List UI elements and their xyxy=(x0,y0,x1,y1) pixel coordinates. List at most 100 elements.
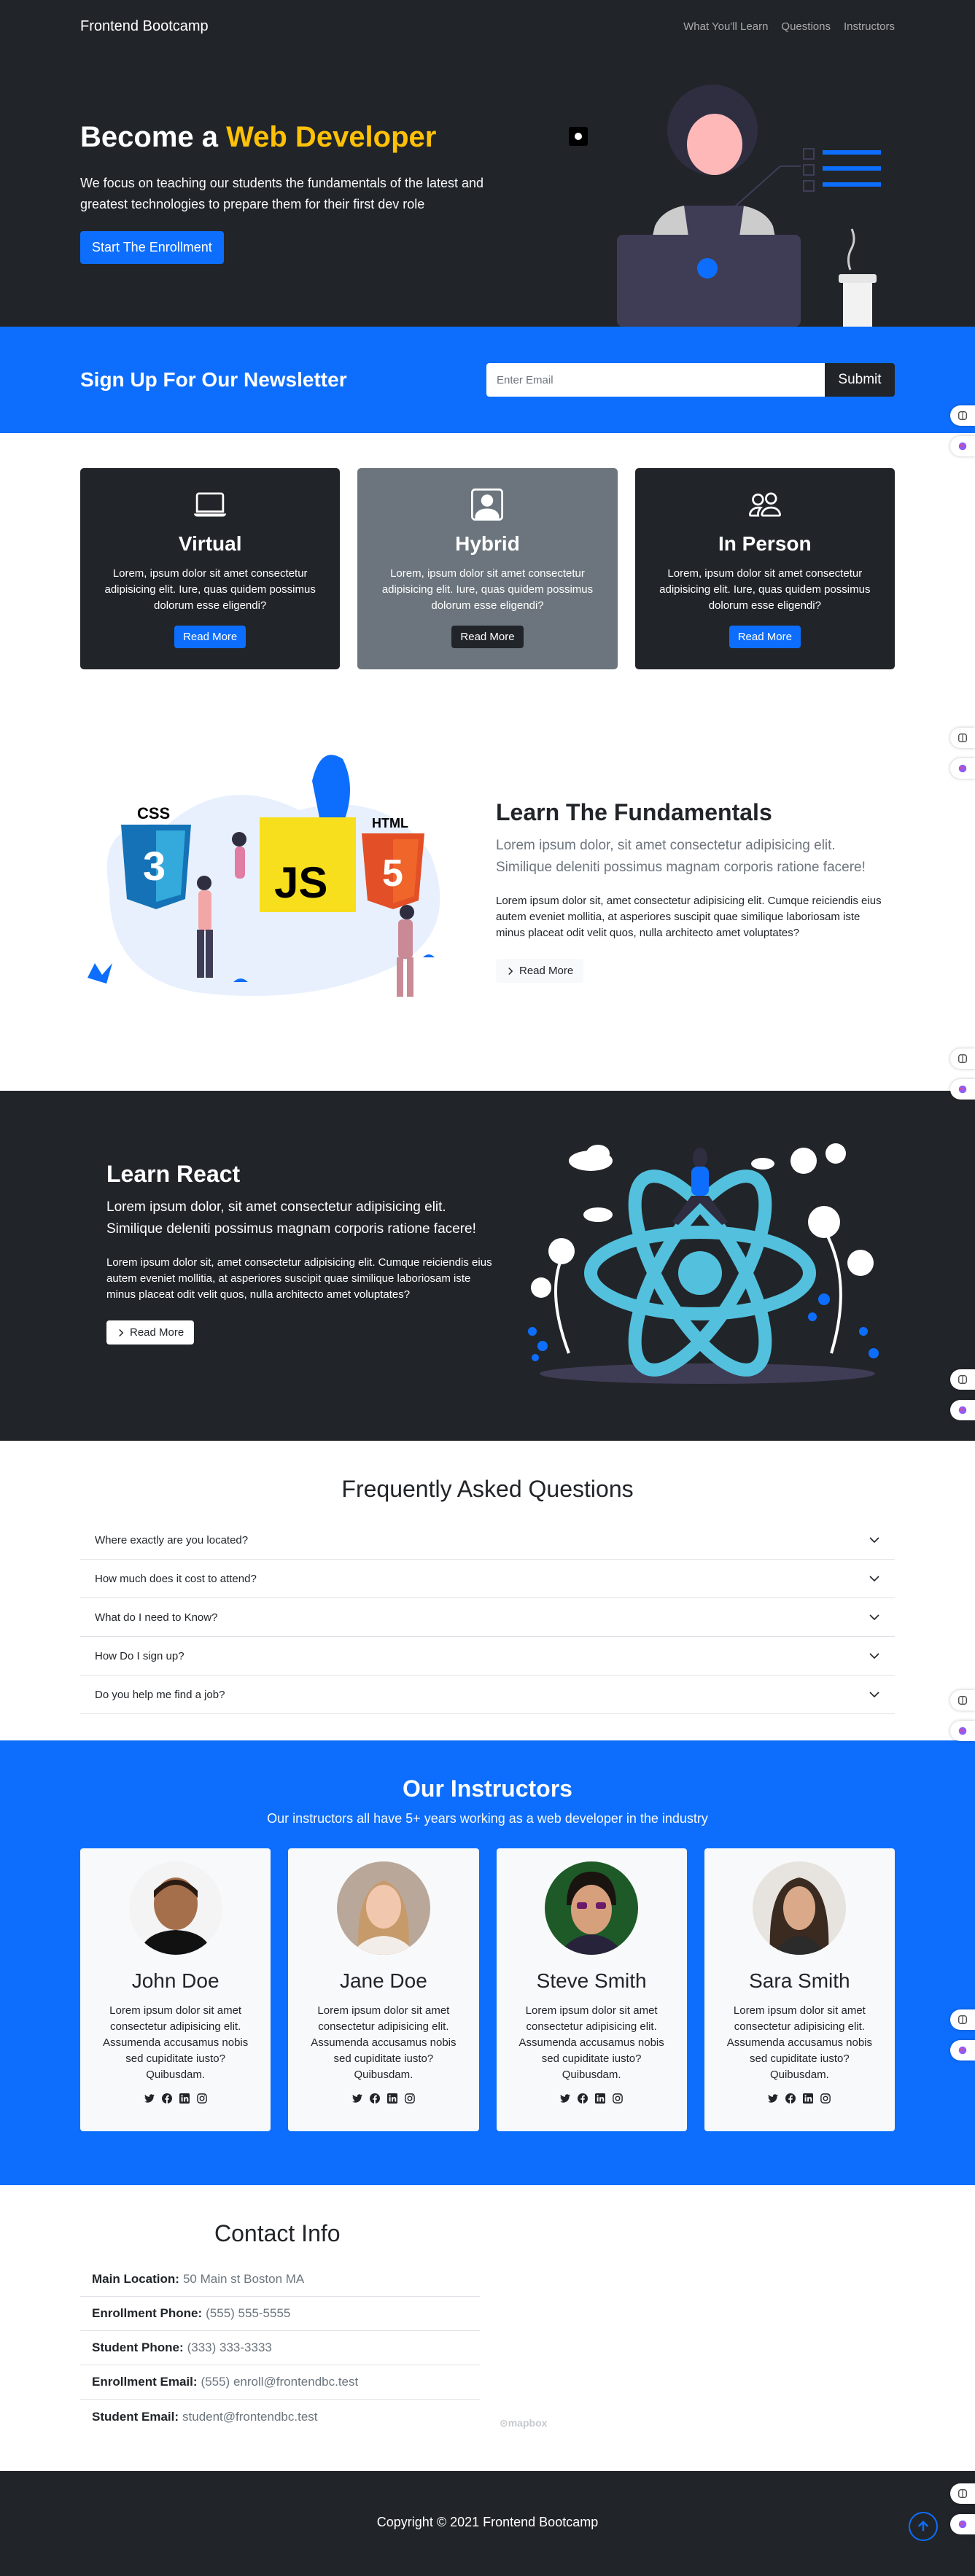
card-hybrid: Hybrid Lorem, ipsum dolor sit amet conse… xyxy=(357,468,618,669)
card-virtual: Virtual Lorem, ipsum dolor sit amet cons… xyxy=(80,468,341,669)
instagram-icon[interactable] xyxy=(820,2093,831,2104)
newsletter-section: Sign Up For Our Newsletter Submit xyxy=(0,327,975,433)
brand-link[interactable]: Frontend Bootcamp xyxy=(80,18,209,35)
start-enrollment-button[interactable]: Start The Enrollment xyxy=(80,231,224,264)
react-read-more-button[interactable]: Read More xyxy=(106,1320,195,1345)
nav-link-questions[interactable]: Questions xyxy=(781,20,831,33)
read-more-button[interactable]: Read More xyxy=(174,626,246,648)
faq-item[interactable]: How much does it cost to attend? xyxy=(80,1560,895,1598)
instructor-name: Sara Smith xyxy=(749,1969,850,1992)
avatar xyxy=(128,1861,222,1955)
contact-item: Enrollment Email: (555) enroll@frontendbc… xyxy=(80,2365,480,2400)
svg-text:CSS: CSS xyxy=(137,804,170,822)
book-icon[interactable] xyxy=(950,2009,975,2030)
people-icon xyxy=(635,487,895,522)
react-lead: Lorem ipsum dolor, sit amet consectetur … xyxy=(106,1199,476,1237)
brain-icon[interactable] xyxy=(950,1400,975,1420)
hero-illustration xyxy=(569,85,881,327)
facebook-icon[interactable] xyxy=(369,2093,380,2104)
brain-icon[interactable] xyxy=(950,2514,975,2534)
read-more-button[interactable]: Read More xyxy=(451,626,524,648)
hero-section: Become a Web Developer We focus on teach… xyxy=(0,52,975,327)
chevron-down-icon xyxy=(869,1692,879,1698)
instructor-name: John Doe xyxy=(131,1969,220,1992)
instagram-icon[interactable] xyxy=(613,2093,623,2104)
twitter-icon[interactable] xyxy=(560,2093,571,2104)
social-links xyxy=(80,2093,271,2104)
card-text: Lorem, ipsum dolor sit amet consectetur … xyxy=(659,567,871,612)
instructor-bio: Lorem ipsum dolor sit amet consectetur a… xyxy=(726,2004,873,2081)
brain-icon[interactable] xyxy=(950,758,975,779)
brain-icon[interactable] xyxy=(950,2040,975,2061)
fundamentals-title: Learn The Fundamentals xyxy=(496,799,772,825)
brain-icon[interactable] xyxy=(950,436,975,456)
faq-accordion: Where exactly are you located? How much … xyxy=(80,1520,895,1714)
linkedin-icon[interactable] xyxy=(386,2093,397,2104)
linkedin-icon[interactable] xyxy=(803,2093,814,2104)
faq-title: Frequently Asked Questions xyxy=(341,1476,634,1502)
fundamentals-lead: Lorem ipsum dolor, sit amet consectetur … xyxy=(496,838,866,875)
laptop-icon xyxy=(80,487,340,522)
instructor-name: Steve Smith xyxy=(536,1969,647,1992)
mapbox-logo[interactable]: ⊙mapbox xyxy=(500,2417,547,2429)
fundamentals-text: Learn The Fundamentals Lorem ipsum dolor… xyxy=(496,799,890,983)
book-icon[interactable] xyxy=(950,1048,975,1069)
book-icon[interactable] xyxy=(950,405,975,426)
nav-link-learn[interactable]: What You'll Learn xyxy=(683,20,768,33)
instructor-card: John Doe Lorem ipsum dolor sit amet cons… xyxy=(80,1848,271,2131)
react-paragraph: Lorem ipsum dolor sit, amet consectetur … xyxy=(106,1256,492,1301)
twitter-icon[interactable] xyxy=(144,2093,155,2104)
book-icon[interactable] xyxy=(950,2483,975,2504)
instagram-icon[interactable] xyxy=(405,2093,415,2104)
hero-subtitle: We focus on teaching our students the fu… xyxy=(80,176,484,211)
read-more-button[interactable]: Read More xyxy=(729,626,801,648)
scroll-to-top-button[interactable] xyxy=(909,2512,938,2541)
hero-text: Become a Web Developer We focus on teach… xyxy=(80,121,503,264)
instructor-bio: Lorem ipsum dolor sit amet consectetur a… xyxy=(102,2004,249,2081)
instructor-card: Sara Smith Lorem ipsum dolor sit amet co… xyxy=(704,1848,895,2131)
social-links xyxy=(704,2093,895,2104)
instructor-bio: Lorem ipsum dolor sit amet consectetur a… xyxy=(518,2004,664,2081)
contact-item: Student Phone: (333) 333-3333 xyxy=(80,2331,480,2365)
avatar xyxy=(336,1861,430,1955)
linkedin-icon[interactable] xyxy=(179,2093,190,2104)
facebook-icon[interactable] xyxy=(578,2093,589,2104)
nav-link-instructors[interactable]: Instructors xyxy=(844,20,895,33)
brain-icon[interactable] xyxy=(950,1721,975,1741)
facebook-icon[interactable] xyxy=(785,2093,796,2104)
svg-text:JS: JS xyxy=(274,858,327,907)
twitter-icon[interactable] xyxy=(768,2093,779,2104)
faq-item[interactable]: Where exactly are you located? xyxy=(80,1521,895,1560)
instructors-subtitle: Our instructors all have 5+ years workin… xyxy=(267,1811,708,1826)
fundamentals-read-more-button[interactable]: Read More xyxy=(496,959,584,983)
contact-title: Contact Info xyxy=(214,2220,341,2246)
react-illustration xyxy=(528,1143,879,1384)
card-in-person: In Person Lorem, ipsum dolor sit amet co… xyxy=(634,468,895,669)
person-square-icon xyxy=(357,487,617,522)
email-input[interactable] xyxy=(486,363,825,397)
faq-item[interactable]: How Do I sign up? xyxy=(80,1637,895,1676)
linkedin-icon[interactable] xyxy=(595,2093,606,2104)
chevron-down-icon xyxy=(869,1653,879,1659)
copyright-text: Copyright © 2021 Frontend Bootcamp xyxy=(376,2515,599,2529)
svg-text:3: 3 xyxy=(143,843,166,889)
faq-item[interactable]: What do I need to Know? xyxy=(80,1598,895,1637)
fundamentals-illustration: CSS 3 JS HTML 5 xyxy=(88,755,440,997)
book-icon[interactable] xyxy=(950,728,975,748)
instructor-bio: Lorem ipsum dolor sit amet consectetur a… xyxy=(311,2004,457,2081)
twitter-icon[interactable] xyxy=(351,2093,362,2104)
chevron-right-icon xyxy=(119,1328,124,1336)
card-text: Lorem, ipsum dolor sit amet consectetur … xyxy=(381,567,594,612)
instructor-card: Steve Smith Lorem ipsum dolor sit amet c… xyxy=(496,1848,687,2131)
instagram-icon[interactable] xyxy=(196,2093,207,2104)
book-icon[interactable] xyxy=(950,1369,975,1390)
footer: Copyright © 2021 Frontend Bootcamp xyxy=(0,2471,975,2576)
book-icon[interactable] xyxy=(950,1690,975,1711)
brain-icon[interactable] xyxy=(950,1079,975,1100)
contact-section: Contact Info Main Location: 50 Main st Bo… xyxy=(0,2185,975,2471)
facebook-icon[interactable] xyxy=(161,2093,172,2104)
chevron-down-icon xyxy=(869,1614,879,1621)
social-links xyxy=(288,2093,478,2104)
submit-button[interactable]: Submit xyxy=(825,363,895,397)
faq-item[interactable]: Do you help me find a job? xyxy=(80,1676,895,1714)
